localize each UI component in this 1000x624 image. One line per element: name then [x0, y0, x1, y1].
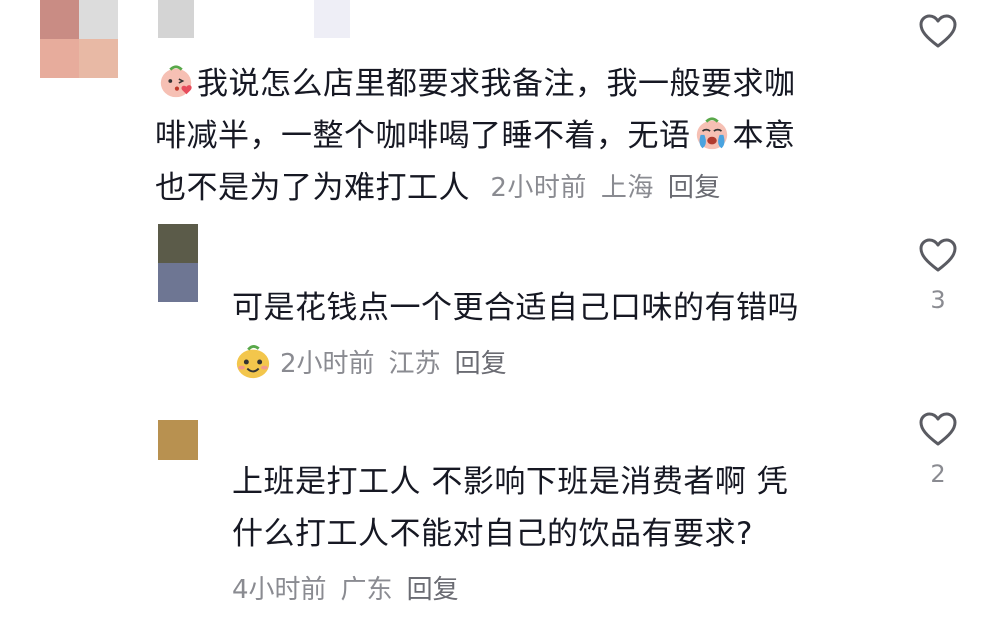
reply-time: 4小时前	[232, 575, 327, 605]
username-blurred-2	[314, 0, 350, 38]
reply-text: 可是花钱点一个更合适自己口味的有错吗	[232, 290, 799, 326]
like-count: 3	[930, 286, 946, 314]
smiling-mango-emoji-icon	[236, 345, 270, 379]
reply-avatar[interactable]	[158, 224, 198, 302]
reply-meta: 2小时前 江苏 回复	[232, 342, 521, 384]
reply-meta: 4小时前 广东 回复	[232, 570, 473, 610]
comment-time: 2小时前	[490, 173, 587, 203]
reply-time: 2小时前	[280, 349, 375, 379]
heart-outline-icon	[919, 412, 957, 446]
like-button[interactable]: 2	[916, 410, 960, 488]
comment-location: 上海	[600, 173, 654, 203]
reply-text: 上班是打工人 不影响下班是消费者啊 凭 什么打工人不能对自己的饮品有要求?	[232, 464, 789, 552]
blowing-kiss-emoji-icon	[160, 65, 192, 98]
reply-location: 广东	[340, 575, 393, 605]
comment-meta: 2小时前 上海 回复	[490, 173, 735, 203]
avatar[interactable]	[40, 0, 118, 78]
like-button[interactable]	[916, 12, 960, 62]
reply-button[interactable]: 回复	[455, 349, 507, 379]
heart-outline-icon	[919, 14, 957, 48]
comment-text: 我说怎么店里都要求我备注，我一般要求咖 啡减半，一整个咖啡喝了睡不着，无语 本意…	[155, 58, 796, 216]
reply-button[interactable]: 回复	[668, 173, 721, 203]
crying-emoji-icon	[696, 117, 727, 150]
like-count: 2	[930, 460, 946, 488]
like-button[interactable]: 3	[916, 236, 960, 314]
reply-avatar[interactable]	[158, 420, 198, 460]
reply-button[interactable]: 回复	[407, 575, 459, 605]
username-blurred[interactable]	[158, 0, 194, 38]
heart-outline-icon	[919, 238, 957, 272]
reply-location: 江苏	[388, 349, 441, 379]
